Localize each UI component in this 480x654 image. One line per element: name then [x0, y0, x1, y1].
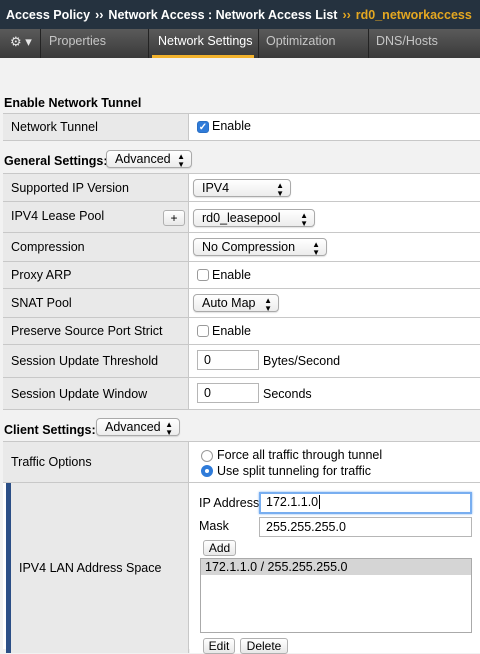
- lease-pool-label: IPV4 Lease Pool: [11, 209, 105, 223]
- ip-address-input[interactable]: 172.1.1.0: [259, 492, 472, 514]
- address-list[interactable]: 172.1.1.0 / 255.255.255.0: [200, 558, 472, 633]
- breadcrumb-network-access-list[interactable]: Network Access : Network Access List: [108, 0, 337, 31]
- lan-address-row: IPV4 LAN Address Space IP Address 172.1.…: [3, 483, 480, 654]
- compression-select[interactable]: No Compression ▲ ▼: [193, 238, 327, 257]
- preserve-port-enable-label: Enable: [212, 324, 251, 338]
- lease-pool-select[interactable]: rd0_leasepool ▲ ▼: [193, 209, 315, 228]
- ip-address-label: IP Address: [199, 496, 260, 510]
- ip-version-select[interactable]: IPV4 ▲ ▼: [193, 179, 291, 198]
- tab-properties[interactable]: Properties: [49, 29, 106, 58]
- ip-version-row: Supported IP Version IPV4 ▲ ▼: [3, 174, 480, 202]
- breadcrumb: Access Policy ›› Network Access : Network …: [0, 0, 480, 29]
- breadcrumb-access-policy[interactable]: Access Policy: [6, 0, 90, 31]
- proxy-arp-row: Proxy ARP Enable: [3, 262, 480, 289]
- network-tunnel-checkbox[interactable]: ✓: [197, 121, 209, 133]
- general-settings-heading: General Settings:: [4, 154, 108, 168]
- client-settings-heading: Client Settings:: [4, 423, 96, 437]
- lan-address-label: IPV4 LAN Address Space: [19, 561, 162, 575]
- preserve-port-checkbox[interactable]: [197, 325, 209, 337]
- split-tunneling-label: Use split tunneling for traffic: [217, 464, 372, 478]
- network-tunnel-row: Network Tunnel ✓ Enable: [3, 114, 480, 141]
- snat-pool-select[interactable]: Auto Map ▲ ▼: [193, 294, 279, 313]
- ip-version-label: Supported IP Version: [11, 180, 129, 195]
- enable-network-tunnel-table: Network Tunnel ✓ Enable: [3, 113, 480, 141]
- list-item[interactable]: 172.1.1.0 / 255.255.255.0: [201, 559, 471, 575]
- enable-network-tunnel-heading: Enable Network Tunnel: [4, 96, 142, 110]
- add-lease-pool-button[interactable]: +: [163, 210, 185, 226]
- lease-pool-row: IPV4 Lease Pool + rd0_leasepool ▲ ▼: [3, 202, 480, 233]
- mask-input[interactable]: 255.255.255.0: [259, 517, 472, 537]
- update-window-row: Session Update Window 0 Seconds: [3, 378, 480, 410]
- general-settings-mode-select[interactable]: Advanced ▲ ▼: [106, 150, 192, 169]
- gear-menu-icon[interactable]: ⚙ ▾: [10, 29, 38, 58]
- delete-button[interactable]: Delete: [240, 638, 288, 654]
- update-threshold-row: Session Update Threshold 0 Bytes/Second: [3, 345, 480, 378]
- update-window-input[interactable]: 0: [197, 383, 259, 403]
- tab-bar: ⚙ ▾ Properties Network Settings Optimiza…: [0, 29, 480, 58]
- snat-pool-row: SNAT Pool Auto Map ▲ ▼: [3, 289, 480, 318]
- force-all-traffic-label: Force all traffic through tunnel: [217, 448, 383, 462]
- breadcrumb-separator: ››: [342, 8, 351, 22]
- proxy-arp-enable-label: Enable: [212, 268, 251, 282]
- update-threshold-label: Session Update Threshold: [11, 354, 159, 368]
- edit-button[interactable]: Edit: [203, 638, 235, 654]
- proxy-arp-checkbox[interactable]: [197, 269, 209, 281]
- compression-label: Compression: [11, 240, 85, 254]
- split-tunneling-radio[interactable]: [201, 465, 213, 477]
- snat-pool-label: SNAT Pool: [11, 296, 72, 310]
- general-settings-table: Supported IP Version IPV4 ▲ ▼ IPV4 Lease P…: [3, 173, 480, 410]
- preserve-port-row: Preserve Source Port Strict Enable: [3, 318, 480, 345]
- tab-dns-hosts[interactable]: DNS/Hosts: [376, 29, 438, 58]
- force-all-traffic-radio[interactable]: [201, 450, 213, 462]
- network-tunnel-enable-label: Enable: [212, 119, 251, 133]
- mask-label: Mask: [199, 519, 229, 533]
- tab-network-settings[interactable]: Network Settings: [152, 29, 254, 58]
- add-button[interactable]: Add: [203, 540, 236, 556]
- network-tunnel-label: Network Tunnel: [3, 114, 189, 140]
- traffic-options-label: Traffic Options: [11, 455, 92, 469]
- traffic-options-row: Traffic Options Force all traffic throug…: [3, 442, 480, 483]
- client-settings-mode-select[interactable]: Advanced ▲ ▼: [96, 418, 180, 437]
- update-threshold-unit: Bytes/Second: [263, 354, 341, 368]
- update-window-unit: Seconds: [263, 387, 312, 401]
- compression-row: Compression No Compression ▲ ▼: [3, 233, 480, 262]
- preserve-port-label: Preserve Source Port Strict: [11, 324, 163, 338]
- breadcrumb-separator: ››: [95, 8, 104, 22]
- tab-optimization[interactable]: Optimization: [266, 29, 335, 58]
- proxy-arp-label: Proxy ARP: [11, 268, 72, 282]
- update-window-label: Session Update Window: [11, 386, 148, 401]
- client-settings-table: Traffic Options Force all traffic throug…: [3, 441, 480, 654]
- update-threshold-input[interactable]: 0: [197, 350, 259, 370]
- breadcrumb-current: rd0_networkaccess: [355, 8, 472, 22]
